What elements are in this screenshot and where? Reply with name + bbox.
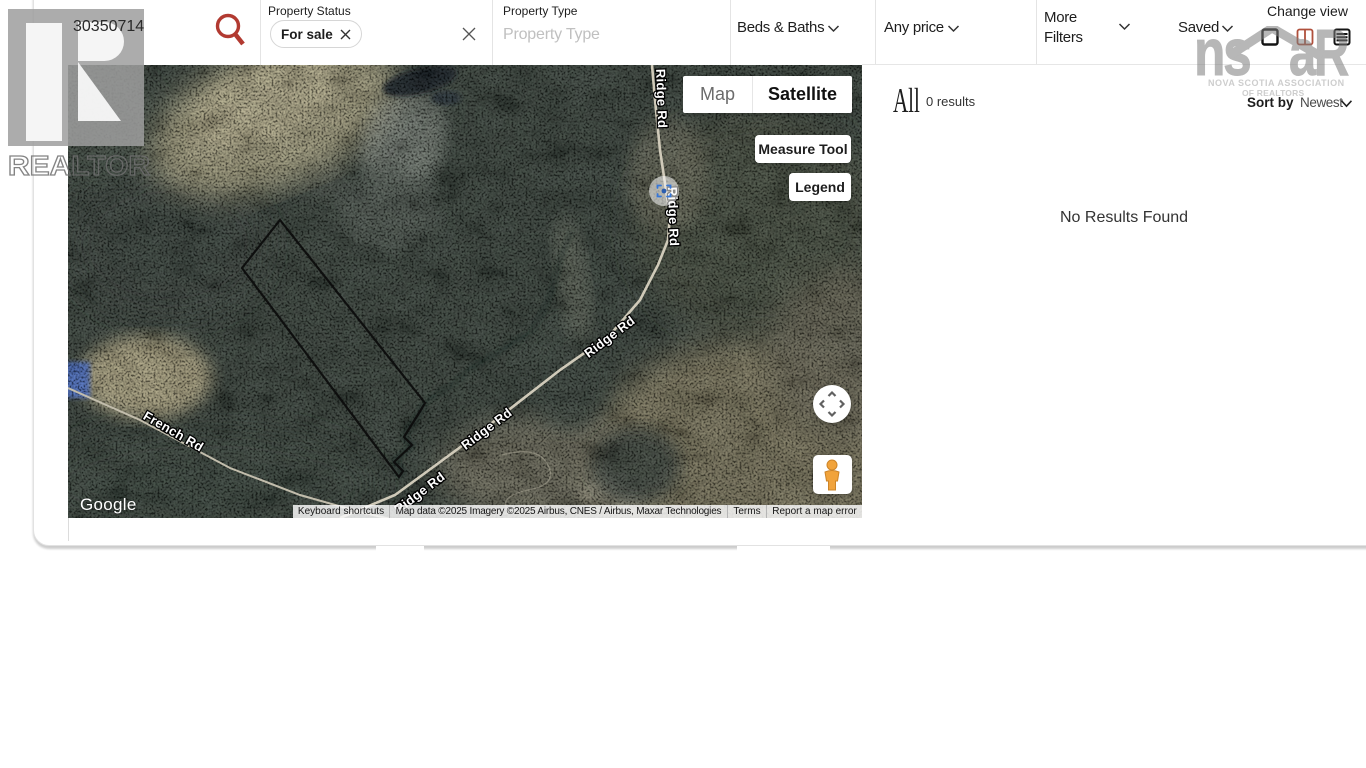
svg-text:NOVA SCOTIA ASSOCIATION: NOVA SCOTIA ASSOCIATION	[1208, 78, 1345, 88]
svg-text:REALTOR: REALTOR	[8, 150, 150, 181]
svg-text:Ridge Rd: Ridge Rd	[653, 69, 670, 129]
